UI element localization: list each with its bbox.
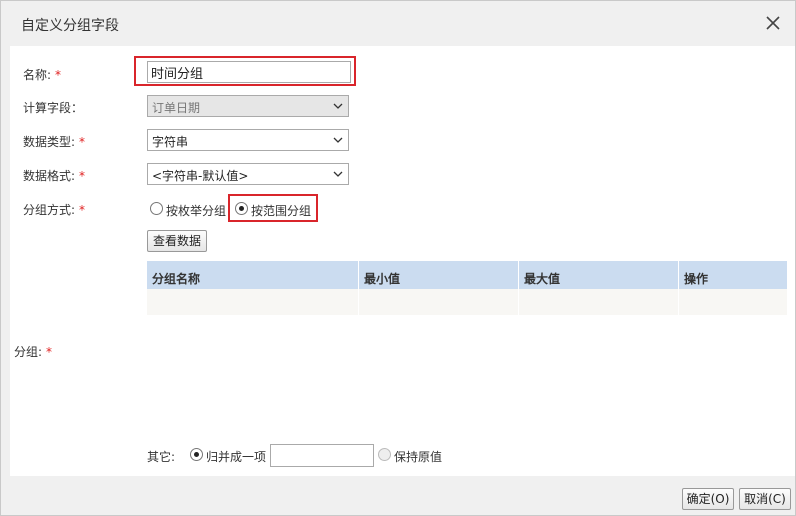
data-type-value: 字符串 xyxy=(152,135,189,149)
group-range-table: 分组名称 最小值 最大值 操作 xyxy=(147,261,787,317)
radio-keep-original[interactable] xyxy=(378,448,391,461)
ok-button[interactable]: 确定(O) xyxy=(682,488,734,510)
radio-keep-label[interactable]: 保持原值 xyxy=(394,448,442,465)
other-label: 其它: xyxy=(147,450,176,464)
data-format-select[interactable]: <字符串-默认值> xyxy=(147,163,349,185)
radio-range-label[interactable]: 按范围分组 xyxy=(251,202,311,219)
radio-range-group[interactable] xyxy=(235,202,248,215)
radio-merge[interactable] xyxy=(190,448,203,461)
table-cell xyxy=(147,289,359,315)
custom-group-field-dialog: 自定义分组字段 名称:* 计算字段： 订单日期 数据类型:* 字符串 数据格式:… xyxy=(0,0,796,516)
data-type-select[interactable]: 字符串 xyxy=(147,129,349,151)
cancel-button[interactable]: 取消(C) xyxy=(739,488,791,510)
name-label: 名称: * xyxy=(23,68,62,82)
data-format-label: 数据格式: * xyxy=(23,169,86,183)
dialog-title: 自定义分组字段 xyxy=(21,18,119,34)
column-header-max: 最大值 xyxy=(519,261,679,289)
name-input[interactable] xyxy=(147,61,351,83)
column-header-group-name: 分组名称 xyxy=(147,261,359,289)
table-cell xyxy=(519,289,679,315)
table-cell xyxy=(679,289,787,315)
close-icon[interactable] xyxy=(763,13,783,33)
column-header-min: 最小值 xyxy=(359,261,519,289)
table-row xyxy=(147,289,787,315)
view-data-button[interactable]: 查看数据 xyxy=(147,230,207,252)
chevron-down-icon xyxy=(333,171,343,177)
data-type-label: 数据类型: * xyxy=(23,135,86,149)
table-cell xyxy=(359,289,519,315)
radio-merge-label[interactable]: 归并成一项 xyxy=(206,448,266,465)
column-header-actions: 操作 xyxy=(684,272,709,286)
merge-value-input[interactable] xyxy=(270,444,374,467)
radio-enum-label[interactable]: 按枚举分组 xyxy=(166,202,226,219)
dialog-content: 名称:* 计算字段： 订单日期 数据类型:* 字符串 数据格式:* <字符串-默… xyxy=(10,46,795,476)
dialog-footer: 确定(O) 取消(C) xyxy=(1,477,795,515)
table-header: 分组名称 最小值 最大值 操作 xyxy=(147,261,787,289)
data-format-value: <字符串-默认值> xyxy=(152,169,249,183)
calc-field-value: 订单日期 xyxy=(152,101,201,115)
group-label: 分组: * xyxy=(14,345,53,359)
group-method-label: 分组方式: * xyxy=(23,203,86,217)
dialog-titlebar: 自定义分组字段 xyxy=(1,1,795,45)
calc-field-label: 计算字段： xyxy=(23,101,84,115)
calc-field-select: 订单日期 xyxy=(147,95,349,117)
chevron-down-icon xyxy=(333,103,343,109)
radio-enum-group[interactable] xyxy=(150,202,163,215)
chevron-down-icon xyxy=(333,137,343,143)
